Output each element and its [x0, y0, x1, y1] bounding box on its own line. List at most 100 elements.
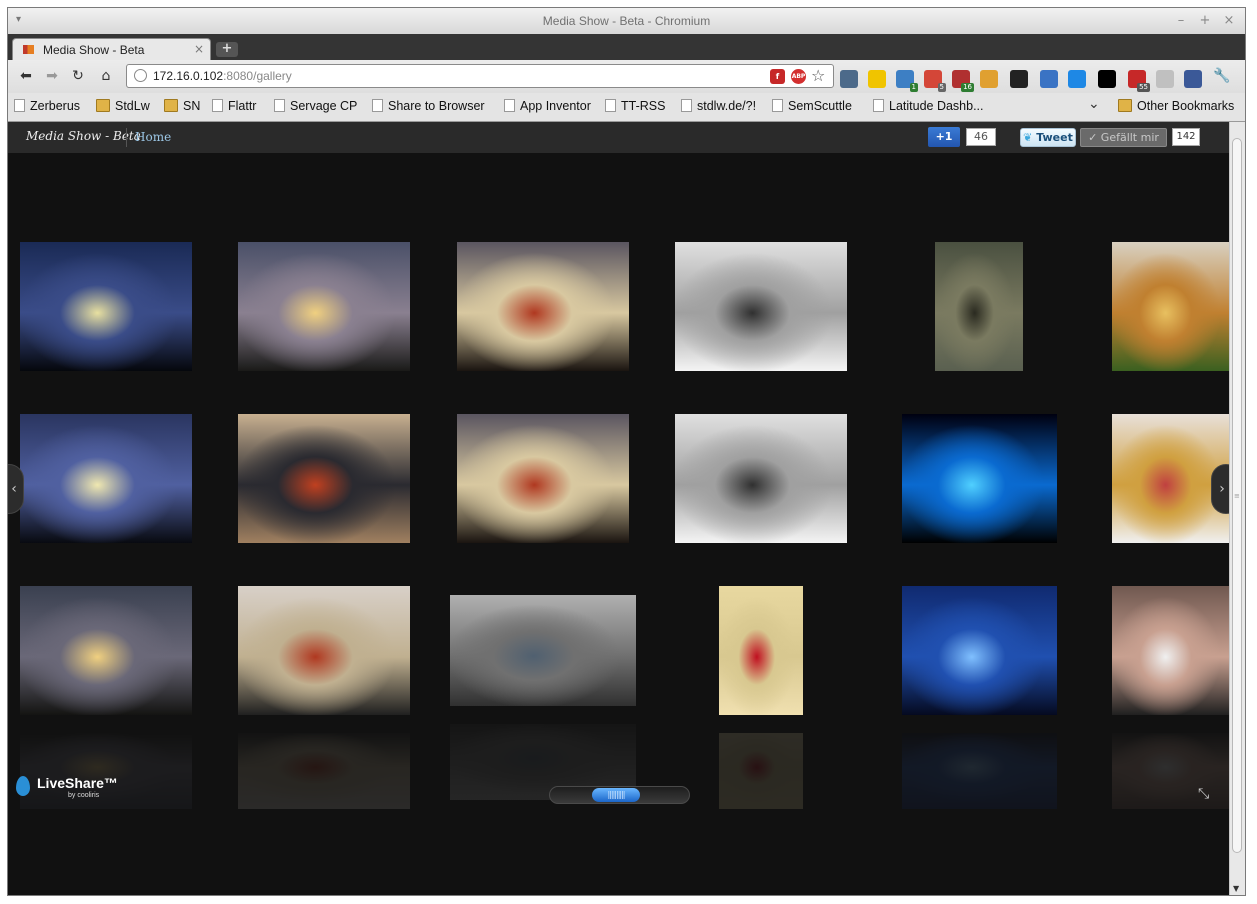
bookmark-latitude-dashb[interactable]: Latitude Dashb...: [873, 99, 984, 113]
extension-badge: 5: [937, 83, 946, 92]
bookmark-share-to-browser[interactable]: Share to Browser: [372, 99, 485, 113]
phone-extension-icon[interactable]: [868, 70, 886, 88]
extension-badge: 16: [961, 83, 974, 92]
facebook-extension-icon[interactable]: [1184, 70, 1202, 88]
photo-food-croissant[interactable]: [1112, 242, 1231, 371]
bookmark-star-icon[interactable]: ☆: [811, 66, 825, 85]
photo-book-cover[interactable]: [935, 242, 1023, 371]
photo-woman-bottle[interactable]: [1112, 586, 1231, 715]
google-plus-one-button[interactable]: +1: [928, 127, 960, 147]
scrollbar-grip-icon: ≡: [1234, 492, 1240, 500]
color-picker-extension-icon[interactable]: [1010, 70, 1028, 88]
home-button[interactable]: ⌂: [96, 68, 116, 84]
chrome-extension-icon[interactable]: [1040, 70, 1058, 88]
gmail-extension-icon[interactable]: 5: [924, 70, 946, 92]
page-icon: [372, 99, 383, 112]
browser-window: ▾ Media Show - Beta - Chromium – + × Med…: [7, 7, 1246, 896]
other-bookmarks[interactable]: Other Bookmarks: [1118, 99, 1234, 113]
previous-page-arrow[interactable]: ‹: [8, 464, 24, 514]
bookmark-stdlw-de[interactable]: stdlw.de/?!: [681, 99, 756, 113]
photo-blue-energy[interactable]: [902, 414, 1057, 543]
bookmark-label: StdLw: [115, 99, 150, 113]
photo-tube-bottle-4[interactable]: [238, 586, 410, 715]
photo-reflection: [719, 733, 803, 809]
photo-bottle-tube-3[interactable]: [457, 414, 629, 543]
adblock-plus-icon[interactable]: ABP: [791, 69, 806, 84]
tweet-button[interactable]: ❦ Tweet: [1020, 128, 1076, 147]
forward-button[interactable]: ➡: [42, 68, 62, 84]
address-url[interactable]: 172.16.0.102:8080/gallery: [153, 69, 292, 83]
bookmark-servage-cp[interactable]: Servage CP: [274, 99, 357, 113]
maximize-button[interactable]: +: [1198, 13, 1212, 28]
app-brand: Media Show - Beta: [26, 129, 141, 143]
bookmark-stdlw[interactable]: StdLw: [96, 99, 150, 113]
globe-icon: [134, 69, 147, 82]
photo-reflection: [238, 733, 410, 809]
tamper-extension-icon[interactable]: [980, 70, 998, 88]
photo-sunset-house-1[interactable]: [238, 242, 410, 371]
scroll-down-arrow[interactable]: ▼: [1233, 884, 1239, 893]
page-icon: [681, 99, 692, 112]
folder-icon: [96, 99, 110, 112]
extension-badge: 55: [1137, 83, 1150, 92]
photo-lightning-desert[interactable]: [902, 586, 1057, 715]
clock-extension-icon[interactable]: [840, 70, 858, 88]
photo-device-2[interactable]: [675, 414, 847, 543]
feeds-extension-icon[interactable]: 16: [952, 70, 974, 92]
tab-favicon-icon: [23, 45, 34, 54]
bookmark-app-inventor[interactable]: App Inventor: [504, 99, 591, 113]
photo-sunset-house-2[interactable]: [20, 586, 192, 715]
mail-extension-icon[interactable]: [1156, 70, 1174, 88]
photo-bottle-tube-2[interactable]: [238, 414, 410, 543]
checklist-extension-icon[interactable]: 55: [1128, 70, 1150, 92]
slider-knob[interactable]: ||||||||||: [592, 788, 640, 802]
photo-street-car[interactable]: [450, 595, 636, 706]
address-bar[interactable]: 172.16.0.102:8080/gallery f ABP ☆: [126, 64, 834, 88]
home-link[interactable]: Home: [135, 130, 171, 144]
close-window-button[interactable]: ×: [1222, 13, 1236, 28]
photo-sunset-2[interactable]: [20, 414, 192, 543]
bookmark-label: SemScuttle: [788, 99, 852, 113]
tab-close-icon[interactable]: ×: [194, 42, 204, 56]
bookmark-label: Servage CP: [290, 99, 358, 113]
browser-toolbar: ⬅ ➡ ↻ ⌂ 172.16.0.102:8080/gallery f ABP …: [8, 60, 1245, 93]
bookmark-label: App Inventor: [520, 99, 591, 113]
page-icon: [212, 99, 223, 112]
bookmark-label: Share to Browser: [388, 99, 485, 113]
bookmark-tt-rss[interactable]: TT-RSS: [605, 99, 665, 113]
photo-bottle-tube-1[interactable]: [457, 242, 629, 371]
flash-icon[interactable]: f: [770, 69, 785, 84]
facebook-like-button[interactable]: ✓ Gefällt mir: [1080, 128, 1167, 147]
photo-red-seal-card[interactable]: [719, 586, 803, 715]
bookmark-sn[interactable]: SN: [164, 99, 200, 113]
bookmark-flattr[interactable]: Flattr: [212, 99, 256, 113]
liveshare-title: LiveShare™: [37, 775, 118, 791]
page-icon: [14, 99, 25, 112]
page-icon: [772, 99, 783, 112]
bookmarks-overflow-icon[interactable]: ⌄: [1088, 96, 1100, 112]
bookmark-zerberus[interactable]: Zerberus: [14, 99, 80, 113]
reload-button[interactable]: ↻: [68, 68, 88, 84]
page-icon: [274, 99, 285, 112]
bookmark-label: TT-RSS: [621, 99, 666, 113]
back-button[interactable]: ⬅: [16, 68, 36, 84]
bookmark-label: SN: [183, 99, 201, 113]
instapaper-extension-icon[interactable]: [1098, 70, 1116, 88]
new-tab-button[interactable]: +: [216, 42, 238, 57]
minimize-button[interactable]: –: [1174, 13, 1188, 28]
bookmark-semscuttle[interactable]: SemScuttle: [772, 99, 852, 113]
wrench-menu-icon[interactable]: 🔧: [1213, 68, 1230, 84]
gallery-scroll-slider[interactable]: ||||||||||: [549, 786, 690, 804]
page-scrollbar[interactable]: ≡ ▼: [1229, 122, 1245, 895]
tab-strip: Media Show - Beta × +: [8, 34, 1245, 60]
photo-reflection: [1112, 733, 1231, 809]
photo-sunset-1[interactable]: [20, 242, 192, 371]
photo-device-1[interactable]: [675, 242, 847, 371]
photo-reflection: [20, 733, 192, 809]
bookmark-label: stdlw.de/?!: [697, 99, 757, 113]
fullscreen-icon[interactable]: ⤡: [1198, 786, 1209, 802]
tab-media-show[interactable]: Media Show - Beta ×: [12, 38, 211, 60]
robot-extension-icon[interactable]: 1: [896, 70, 918, 92]
gear-extension-icon[interactable]: [1068, 70, 1086, 88]
page-icon: [504, 99, 515, 112]
